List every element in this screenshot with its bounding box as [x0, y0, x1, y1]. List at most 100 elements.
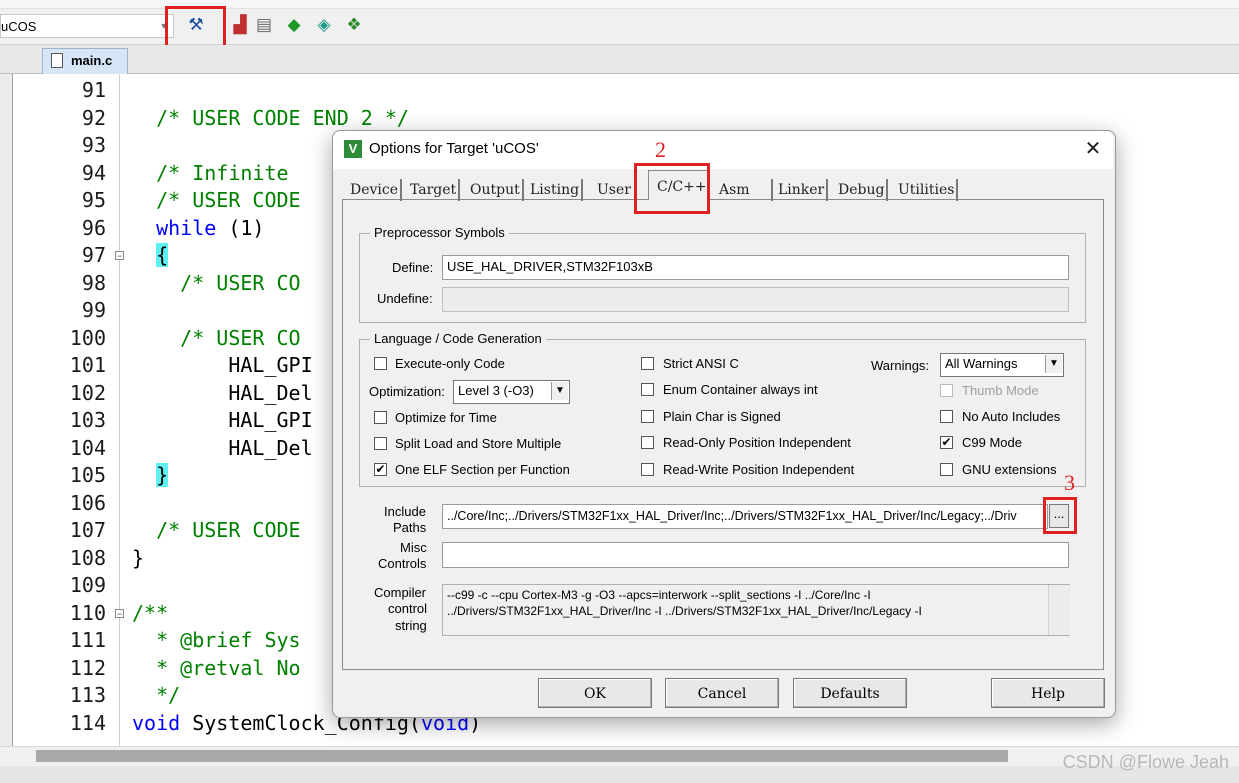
gnu-extensions-label: GNU extensions: [962, 462, 1057, 477]
ro-pi-checkbox[interactable]: [641, 436, 654, 449]
optimization-label: Optimization:: [369, 384, 445, 399]
help-button[interactable]: Help: [991, 678, 1105, 708]
rw-pi-label: Read-Write Position Independent: [663, 462, 855, 477]
ro-pi-label: Read-Only Position Independent: [663, 435, 851, 450]
comment: /**: [132, 600, 169, 625]
compiler-control-scrollbar[interactable]: [1048, 585, 1070, 635]
compiler-control-line: --c99 -c --cpu Cortex-M3 -g -O3 --apcs=i…: [447, 588, 871, 602]
annotation-label-3: 3: [1064, 470, 1075, 495]
line-number: 98: [81, 270, 106, 295]
tab-listing[interactable]: Listing: [528, 179, 584, 201]
fold-toggle-icon[interactable]: −: [115, 251, 124, 261]
annotation-box-3: [1043, 497, 1077, 534]
tab-debug[interactable]: Debug: [836, 179, 889, 201]
defaults-button[interactable]: Defaults: [793, 678, 907, 708]
file-tab-main-c[interactable]: main.c: [42, 48, 128, 74]
fold-toggle-icon[interactable]: −: [115, 608, 124, 618]
one-elf-checkbox[interactable]: ✔: [374, 463, 387, 476]
optimization-value: Level 3 (-O3): [458, 383, 534, 398]
preprocessor-group-label: Preprocessor Symbols: [370, 225, 509, 240]
tab-linker[interactable]: Linker: [776, 179, 829, 201]
brace-highlight: }: [156, 463, 169, 487]
split-load-checkbox[interactable]: [374, 437, 387, 450]
file-tab-label: main.c: [71, 53, 113, 68]
line-number: 92: [81, 105, 106, 130]
line-number: 104: [69, 435, 106, 460]
code-line: HAL_GPI: [132, 353, 313, 377]
code-line: HAL_Del: [132, 380, 313, 405]
chevron-down-icon[interactable]: ▼: [551, 382, 568, 400]
c99-mode-checkbox[interactable]: ✔: [940, 436, 953, 449]
thumb-mode-label: Thumb Mode: [962, 383, 1039, 398]
compiler-control-label-3: string: [395, 618, 427, 633]
code-line: /* USER CODE: [132, 188, 301, 212]
tab-asm[interactable]: Asm: [717, 179, 773, 201]
line-number: 114: [69, 710, 106, 735]
execute-only-checkbox[interactable]: [374, 357, 387, 370]
comment: /* USER CODE: [156, 188, 301, 212]
manage-multi-project-icon[interactable]: ◆: [282, 12, 306, 38]
chevron-down-icon[interactable]: ▼: [1045, 355, 1062, 373]
include-paths-input[interactable]: ../Core/Inc;../Drivers/STM32F1xx_HAL_Dri…: [442, 504, 1048, 529]
target-select-value: uCOS: [1, 19, 37, 34]
file-icon: [51, 53, 63, 68]
line-number: 113: [69, 683, 106, 707]
rw-pi-checkbox[interactable]: [641, 463, 654, 476]
watermark: CSDN @Flowe Jeah: [1062, 752, 1229, 772]
status-bar: [0, 766, 1239, 783]
fold-gutter-line: [119, 74, 120, 746]
code-line: }: [132, 545, 145, 570]
optimize-time-checkbox[interactable]: [374, 411, 387, 424]
define-input[interactable]: USE_HAL_DRIVER,STM32F103xB: [442, 255, 1069, 280]
line-number: 112: [69, 655, 106, 680]
pack-installer-icon[interactable]: ◈: [312, 12, 336, 38]
thumb-mode-checkbox[interactable]: [940, 384, 953, 397]
code-line: }: [132, 463, 169, 487]
code-line: * @brief Sys: [132, 628, 301, 652]
tab-device[interactable]: Device: [348, 179, 403, 201]
plain-char-checkbox[interactable]: [641, 410, 654, 423]
no-auto-includes-checkbox[interactable]: [940, 410, 953, 423]
rte-batch-icon[interactable]: ❖: [342, 12, 366, 38]
enum-container-checkbox[interactable]: [641, 383, 654, 396]
tab-output[interactable]: Output: [468, 179, 524, 201]
cancel-button[interactable]: Cancel: [665, 678, 779, 708]
gnu-extensions-checkbox[interactable]: [940, 463, 953, 476]
tab-user[interactable]: User: [595, 179, 633, 201]
code-line: /**: [132, 601, 168, 625]
code-line: /* Infinite: [132, 160, 289, 185]
keyword: void: [132, 710, 181, 735]
line-number: 102: [69, 380, 106, 405]
include-paths-label-2: Paths: [393, 520, 427, 535]
comment: /* Infinite: [156, 160, 289, 185]
select-packs-icon[interactable]: ▤: [252, 12, 276, 38]
code-line: /* USER CODE END 2 */: [132, 106, 409, 130]
ok-button[interactable]: OK: [538, 678, 652, 708]
warnings-label: Warnings:: [871, 358, 930, 373]
warnings-select[interactable]: All Warnings ▼: [940, 353, 1064, 377]
keil-logo-icon: V: [344, 140, 362, 158]
execute-only-label: Execute-only Code: [395, 356, 505, 371]
brace-highlight: {: [156, 243, 169, 267]
code-line: /* USER CO: [132, 271, 300, 295]
code-line: /* USER CO: [132, 326, 300, 350]
code-line: while (1): [156, 215, 265, 240]
optimization-select[interactable]: Level 3 (-O3) ▼: [453, 380, 570, 404]
editor-left-margin: [0, 74, 12, 746]
undefine-input[interactable]: [442, 287, 1069, 312]
tab-utilities[interactable]: Utilities: [896, 179, 959, 201]
tab-target[interactable]: Target: [408, 179, 461, 201]
no-auto-includes-label: No Auto Includes: [962, 409, 1061, 424]
line-number: 97: [81, 243, 106, 267]
target-select[interactable]: uCOS ▼: [0, 14, 174, 38]
horizontal-scroll-thumb[interactable]: [36, 750, 1008, 762]
strict-ansi-checkbox[interactable]: [641, 357, 654, 370]
keyword: while: [156, 215, 217, 240]
close-icon[interactable]: ✕: [1082, 138, 1104, 160]
file-tab-strip: [0, 45, 1239, 74]
undefine-label: Undefine:: [377, 291, 433, 306]
strict-ansi-label: Strict ANSI C: [663, 356, 739, 371]
line-number: 107: [69, 518, 106, 542]
manage-run-time-environment-icon[interactable]: ▟: [228, 12, 252, 38]
misc-controls-input[interactable]: [442, 542, 1069, 568]
